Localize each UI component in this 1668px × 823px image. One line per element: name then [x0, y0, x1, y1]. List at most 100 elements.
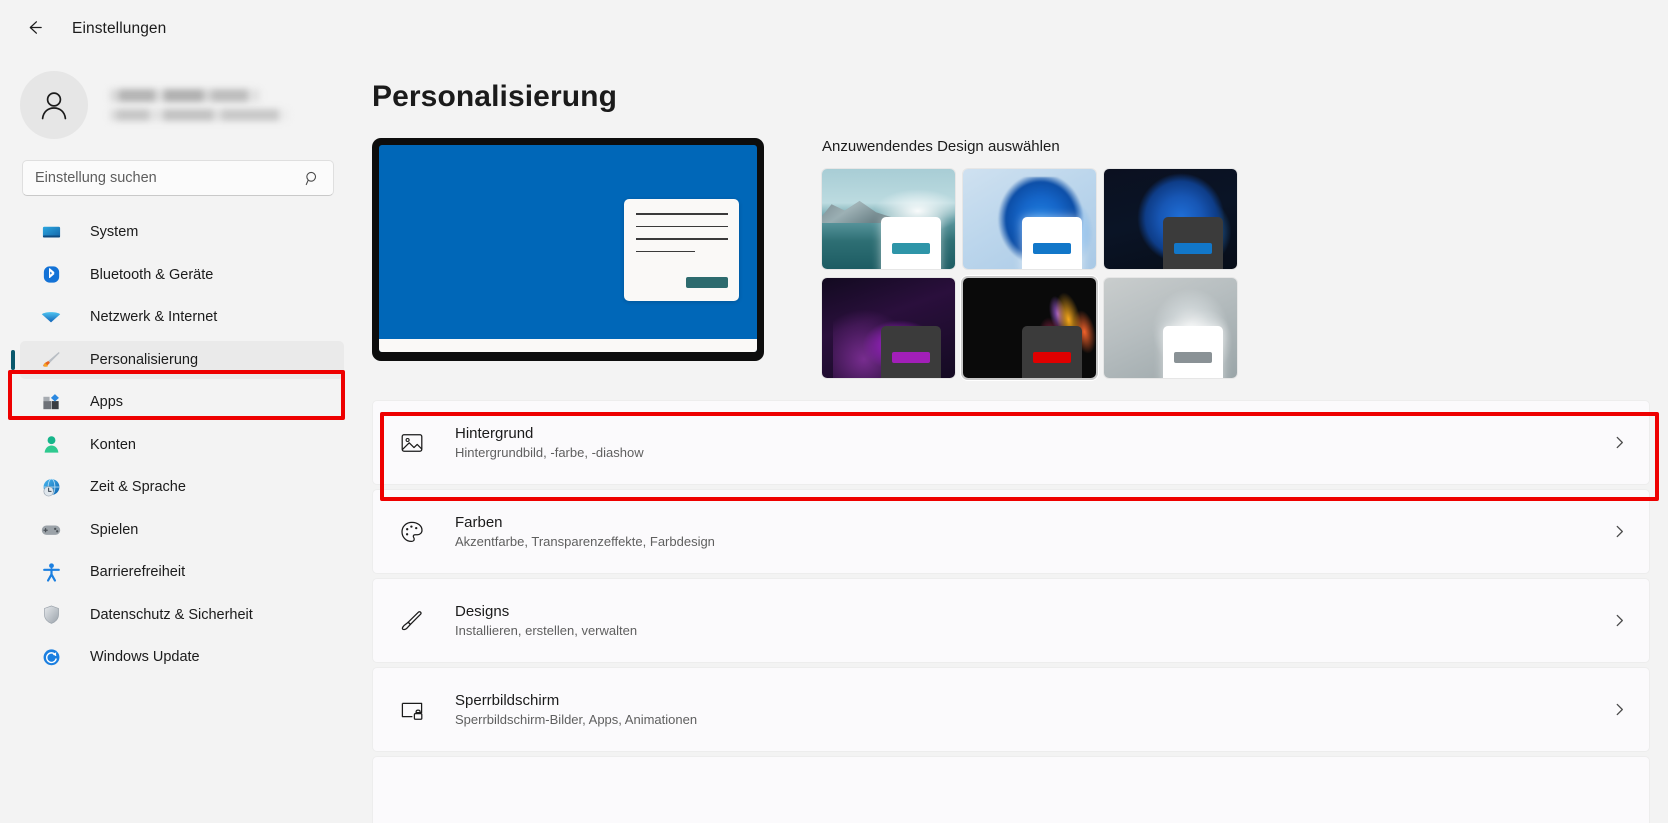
sidebar-item-label: Apps: [90, 394, 124, 410]
settings-row-subtitle: Sperrbildschirm-Bilder, Apps, Animatione…: [455, 712, 698, 727]
settings-row-text: Designs Installieren, erstellen, verwalt…: [455, 603, 1612, 638]
sidebar-item-label: Netzwerk & Internet: [90, 309, 218, 325]
back-button[interactable]: [14, 12, 54, 46]
main-content: Personalisierung Anzuwendendes Design au…: [360, 58, 1668, 823]
back-arrow-icon: [25, 18, 44, 40]
search-icon[interactable]: [304, 170, 321, 187]
wifi-icon: [40, 306, 62, 328]
apps-icon: [40, 391, 62, 413]
theme-window-preview: [1022, 326, 1082, 378]
settings-row-subtitle: Hintergrundbild, -farbe, -diashow: [455, 445, 644, 460]
sidebar-item-zeit-sprache[interactable]: Zeit & Sprache: [20, 468, 344, 506]
settings-row-title: Sperrbildschirm: [455, 692, 560, 709]
sidebar-nav: System Bluetooth & Geräte Netzwerk & Int…: [0, 213, 360, 676]
settings-row-partial[interactable]: [372, 756, 1650, 823]
update-icon: [40, 646, 62, 668]
theme-tile-bloom-dark[interactable]: [1104, 169, 1237, 269]
desktop-preview: [372, 138, 764, 378]
user-profile[interactable]: [0, 58, 360, 146]
sidebar-item-apps[interactable]: Apps: [20, 383, 344, 421]
search-input[interactable]: [35, 170, 304, 186]
settings-row-title: Hintergrund: [455, 425, 534, 442]
settings-row-text: Sperrbildschirm Sperrbildschirm-Bilder, …: [455, 692, 1612, 727]
sidebar-item-spielen[interactable]: Spielen: [20, 511, 344, 549]
image-icon: [397, 430, 427, 456]
settings-row-hintergrund[interactable]: Hintergrund Hintergrundbild, -farbe, -di…: [372, 400, 1650, 485]
preview-text-line: [636, 225, 728, 228]
sidebar-item-label: Konten: [90, 436, 136, 453]
person-avatar-icon: [41, 92, 67, 120]
bluetooth-icon: [40, 264, 62, 286]
settings-row-text: Farben Akzentfarbe, Transparenzeffekte, …: [455, 514, 1612, 549]
search-box[interactable]: [22, 160, 334, 196]
sidebar-item-label: Windows Update: [90, 649, 200, 665]
chevron-right-icon[interactable]: [1612, 435, 1627, 450]
theme-tile-bloom-light[interactable]: [963, 169, 1096, 269]
preview-window-card: [624, 199, 739, 301]
sidebar-item-bluetooth[interactable]: Bluetooth & Geräte: [20, 256, 344, 294]
theme-accent-swatch: [1174, 243, 1212, 254]
sidebar-item-network[interactable]: Netzwerk & Internet: [20, 298, 344, 336]
clock-globe-icon: [40, 476, 62, 498]
sidebar-item-label: Zeit & Sprache: [90, 479, 186, 495]
personalization-preview-area: Anzuwendendes Design auswählen: [360, 114, 1668, 378]
brush-icon: [397, 608, 427, 634]
theme-tile-lake[interactable]: [822, 169, 955, 269]
sidebar-item-datenschutz[interactable]: Datenschutz & Sicherheit: [20, 596, 344, 634]
theme-accent-swatch: [892, 243, 930, 254]
theme-grid: [822, 169, 1237, 378]
settings-row-sperrbildschirm[interactable]: Sperrbildschirm Sperrbildschirm-Bilder, …: [372, 667, 1650, 752]
preview-text-line: [636, 213, 728, 215]
theme-tile-captured-motion[interactable]: [1104, 278, 1237, 378]
settings-row-designs[interactable]: Designs Installieren, erstellen, verwalt…: [372, 578, 1650, 663]
user-email-redacted: [110, 109, 288, 121]
theme-window-preview: [881, 326, 941, 378]
page-title: Personalisierung: [372, 80, 618, 113]
chevron-right-icon[interactable]: [1612, 524, 1627, 539]
sidebar-item-label: Datenschutz & Sicherheit: [90, 606, 253, 623]
sidebar-item-barrierefreiheit[interactable]: Barrierefreiheit: [20, 553, 344, 591]
theme-accent-swatch: [1033, 243, 1071, 254]
theme-tile-flow[interactable]: [963, 278, 1096, 378]
user-identity: [110, 89, 288, 121]
preview-text-lines: [636, 213, 728, 263]
palette-icon: [397, 519, 427, 545]
user-name-redacted: [110, 89, 260, 102]
monitor-frame: [372, 138, 764, 361]
chevron-right-icon[interactable]: [1612, 613, 1627, 628]
sidebar: System Bluetooth & Geräte: [0, 58, 360, 823]
theme-accent-swatch: [1033, 352, 1071, 363]
avatar: [20, 71, 88, 139]
sidebar-item-konten[interactable]: Konten: [20, 426, 344, 464]
preview-taskbar: [379, 339, 757, 352]
theme-picker-title: Anzuwendendes Design auswählen: [822, 138, 1060, 155]
theme-picker: Anzuwendendes Design auswählen: [822, 138, 1237, 378]
sidebar-item-label: Barrierefreiheit: [90, 564, 186, 580]
sidebar-item-label: Personalisierung: [90, 351, 199, 368]
preview-text-line: [636, 250, 695, 253]
theme-accent-swatch: [1174, 352, 1212, 363]
theme-tile-glow[interactable]: [822, 278, 955, 378]
sidebar-item-system[interactable]: System: [20, 213, 344, 251]
theme-window-preview: [1022, 217, 1082, 269]
paintbrush-icon: [40, 349, 62, 371]
settings-row-title: Farben: [455, 514, 503, 531]
window-body: System Bluetooth & Geräte: [0, 58, 1668, 823]
theme-accent-swatch: [892, 352, 930, 363]
accessibility-icon: [40, 561, 62, 583]
chevron-right-icon[interactable]: [1612, 702, 1627, 717]
monitor-screen: [379, 145, 757, 352]
gamepad-icon: [40, 519, 62, 541]
preview-text-line: [636, 238, 728, 240]
sidebar-item-personalisierung[interactable]: Personalisierung: [11, 340, 344, 379]
sidebar-item-label: Bluetooth & Geräte: [90, 266, 214, 283]
theme-window-preview: [1163, 217, 1223, 269]
shield-icon: [40, 604, 62, 626]
settings-row-text: Hintergrund Hintergrundbild, -farbe, -di…: [455, 425, 1612, 460]
sidebar-item-label: Spielen: [90, 521, 139, 538]
settings-row-subtitle: Akzentfarbe, Transparenzeffekte, Farbdes…: [455, 534, 715, 549]
lockscreen-icon: [397, 697, 427, 723]
sidebar-item-windows-update[interactable]: Windows Update: [20, 638, 344, 676]
theme-window-preview: [1163, 326, 1223, 378]
settings-row-farben[interactable]: Farben Akzentfarbe, Transparenzeffekte, …: [372, 489, 1650, 574]
